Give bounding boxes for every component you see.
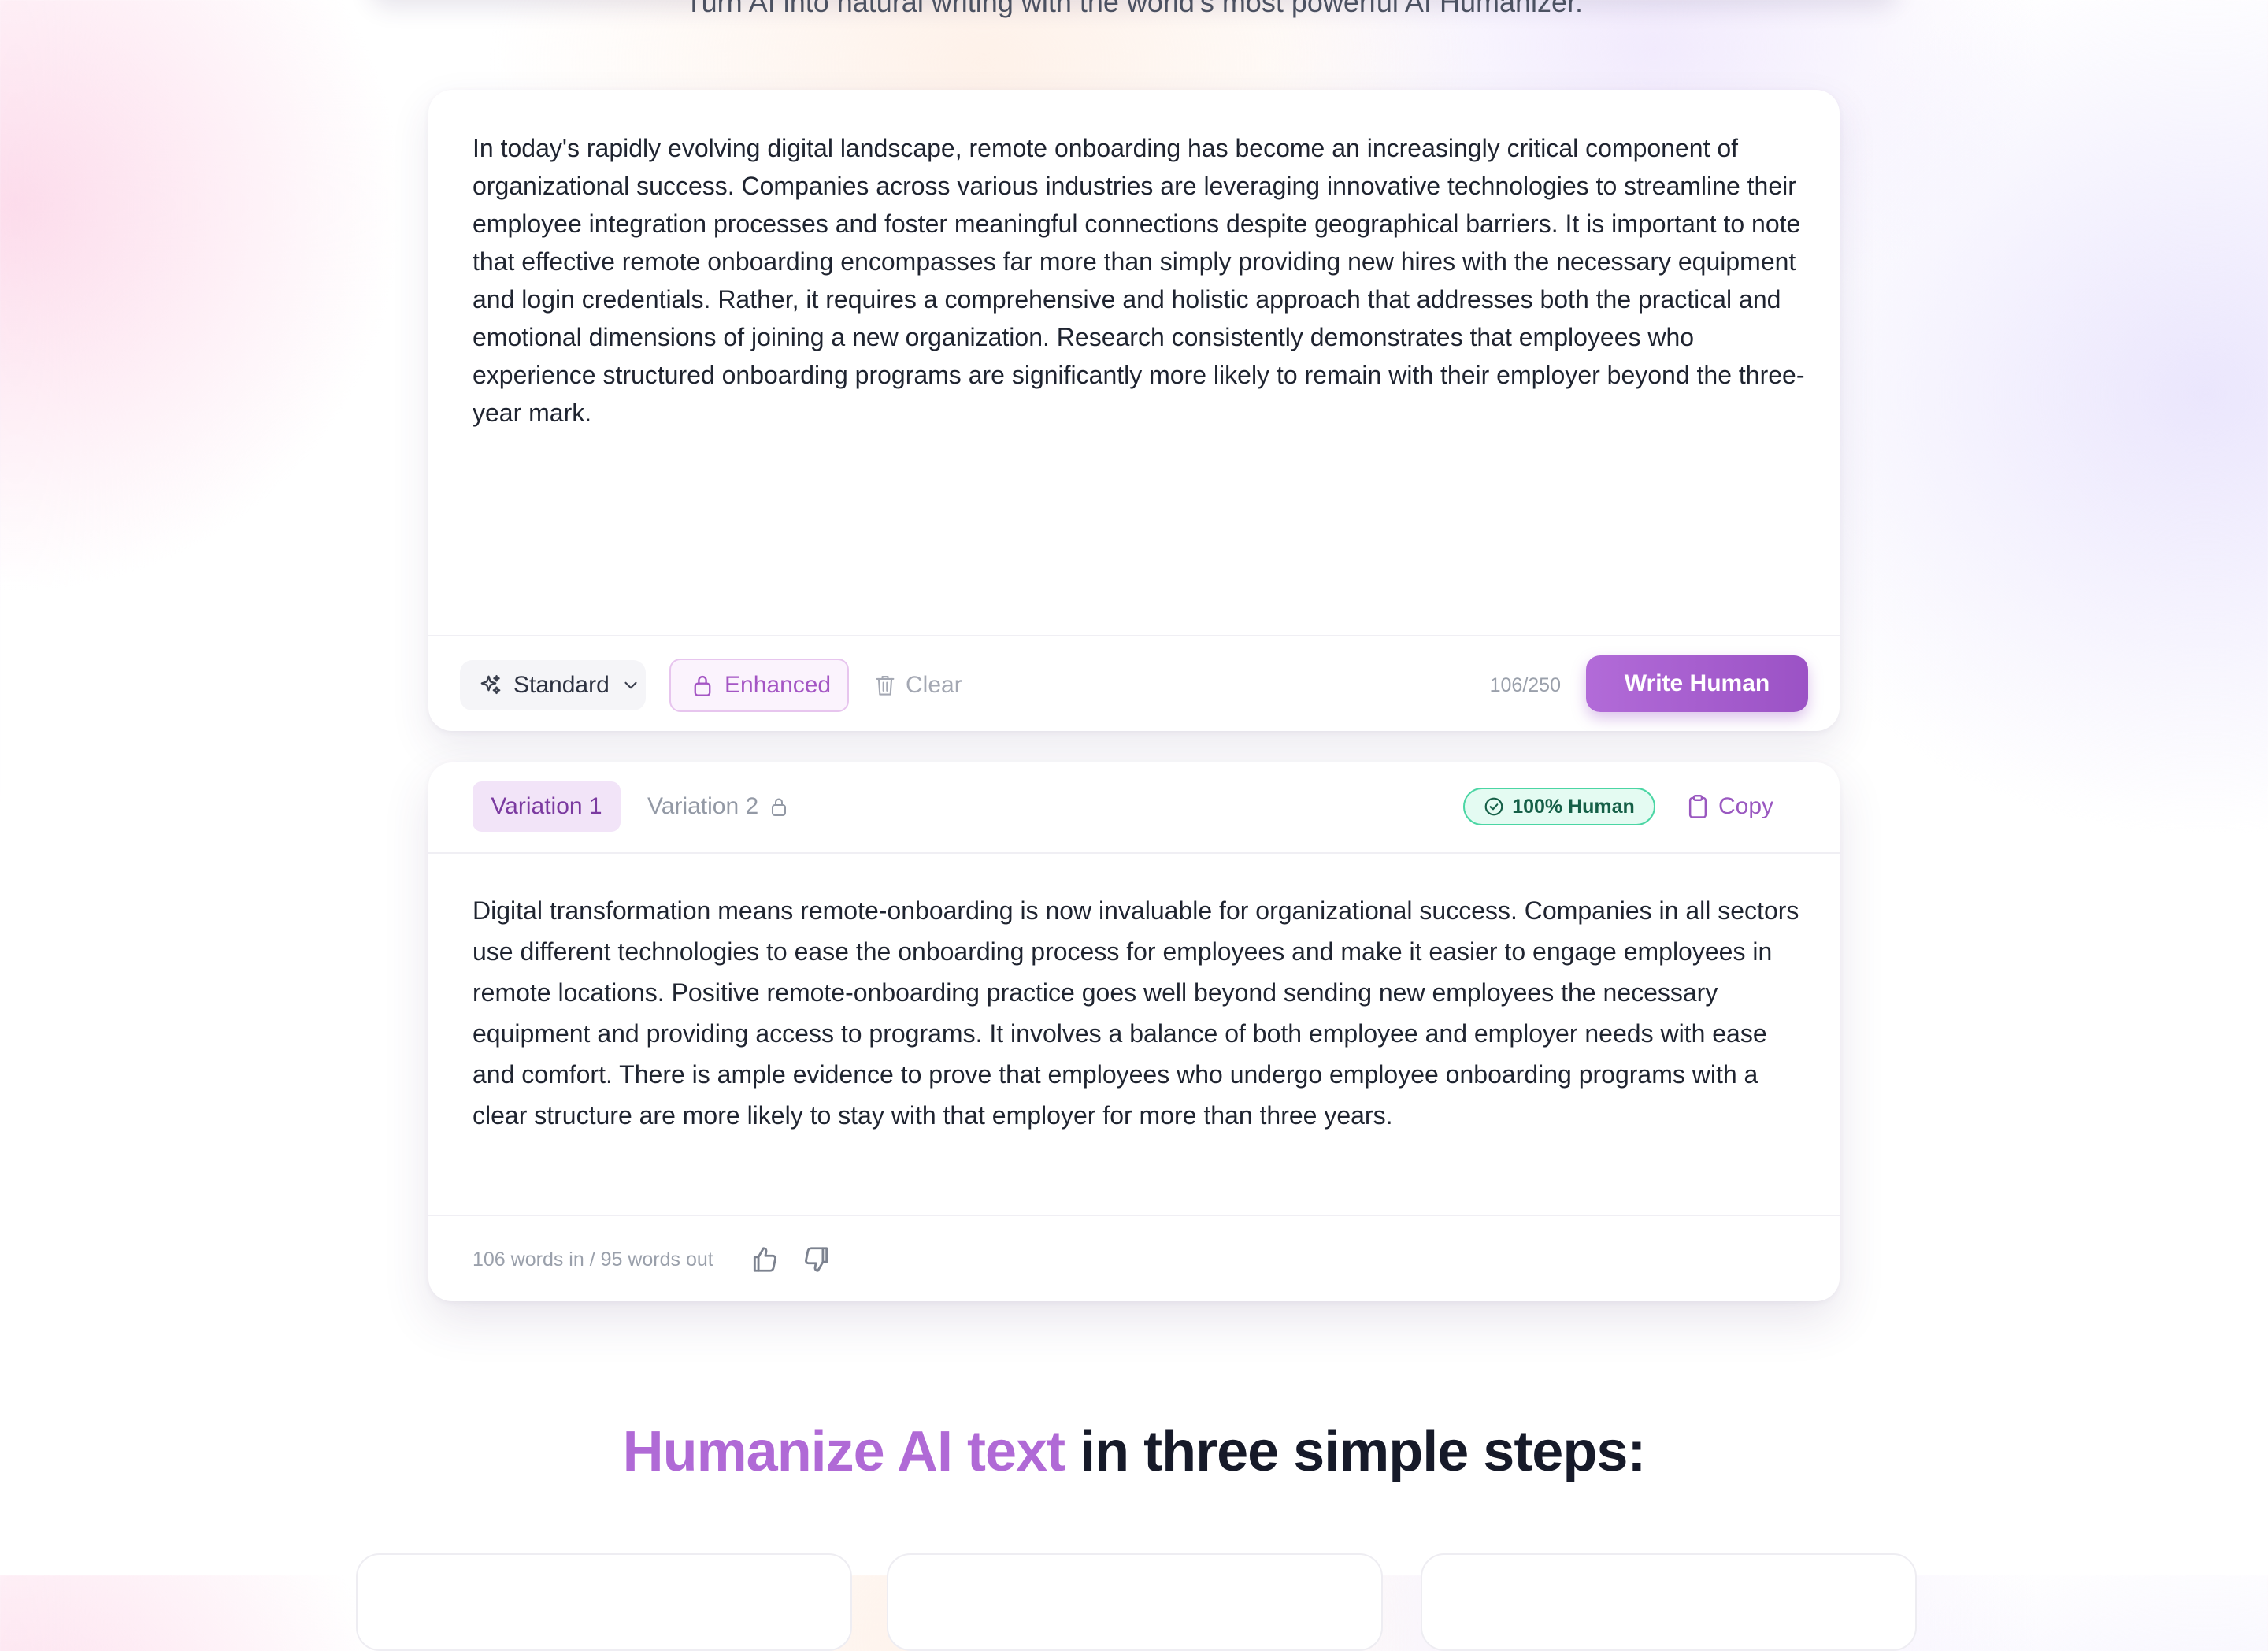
- copy-label: Copy: [1718, 793, 1774, 819]
- step-card-3: [1421, 1553, 1917, 1651]
- check-circle-icon: [1484, 796, 1504, 817]
- clear-label: Clear: [906, 672, 962, 698]
- tab-variation-1[interactable]: Variation 1: [472, 781, 621, 832]
- tab-variation-2[interactable]: Variation 2: [647, 781, 788, 832]
- output-header: Variation 1 Variation 2 100% Human Copy: [428, 762, 1840, 854]
- step-card-1: [356, 1553, 852, 1651]
- enhanced-label: Enhanced: [724, 672, 832, 698]
- chevron-down-icon: [621, 675, 641, 696]
- steps-heading: Humanize AI text in three simple steps:: [0, 1419, 2268, 1484]
- write-human-button[interactable]: Write Human: [1586, 655, 1808, 712]
- word-count: 106 words in / 95 words out: [472, 1248, 713, 1271]
- character-count: 106/250: [1489, 673, 1561, 696]
- steps-heading-rest: in three simple steps:: [1080, 1420, 1646, 1483]
- copy-button[interactable]: Copy: [1687, 781, 1773, 832]
- human-score-label: 100% Human: [1512, 795, 1635, 818]
- output-text: Digital transformation means remote-onbo…: [472, 896, 1807, 1130]
- trash-icon: [874, 673, 896, 697]
- human-score-badge: 100% Human: [1463, 788, 1655, 826]
- clipboard-icon: [1687, 794, 1709, 819]
- mode-label: Standard: [513, 672, 610, 698]
- thumbs-down-icon[interactable]: [802, 1245, 832, 1274]
- sparkles-icon: [479, 673, 502, 697]
- clear-button[interactable]: Clear: [874, 660, 962, 710]
- output-footer: 106 words in / 95 words out: [428, 1215, 1840, 1301]
- lock-icon: [769, 796, 788, 818]
- tab-variation-2-label: Variation 2: [647, 793, 759, 819]
- thumbs-up-icon[interactable]: [750, 1245, 780, 1274]
- steps-heading-accent: Humanize AI text: [622, 1420, 1065, 1483]
- page-subtitle: Turn AI into natural writing with the wo…: [684, 0, 1584, 18]
- enhanced-button[interactable]: Enhanced: [669, 659, 849, 712]
- step-card-2: [887, 1553, 1383, 1651]
- lock-icon: [691, 673, 713, 697]
- input-toolbar: Standard Enhanced Clear 106/250 Write Hu…: [428, 635, 1840, 731]
- input-textarea[interactable]: In today's rapidly evolving digital land…: [472, 129, 1811, 432]
- input-card: In today's rapidly evolving digital land…: [428, 90, 1840, 731]
- mode-select[interactable]: Standard: [460, 660, 646, 710]
- output-card: Variation 1 Variation 2 100% Human Copy …: [428, 762, 1840, 1301]
